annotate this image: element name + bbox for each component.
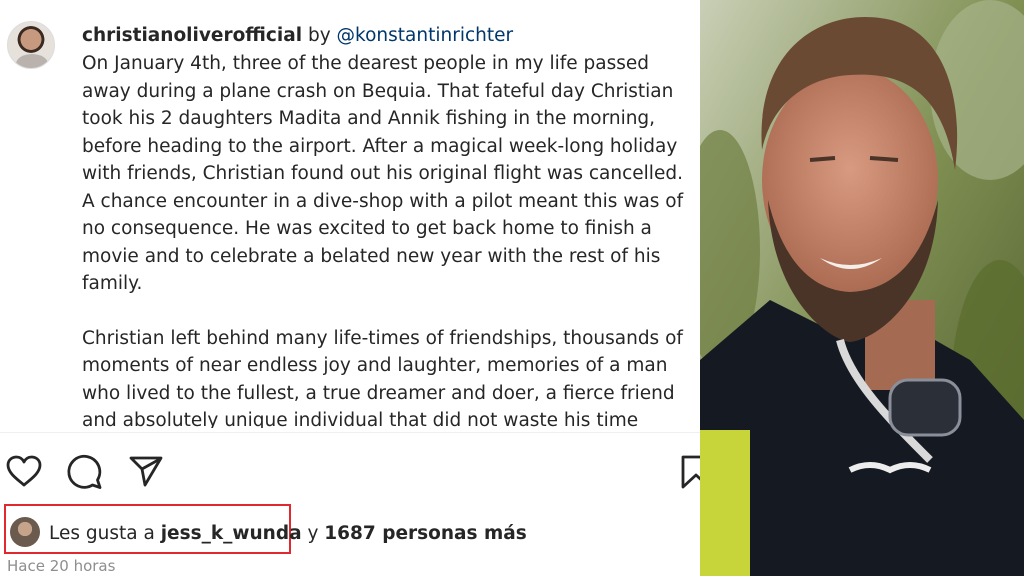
bookmark-icon <box>681 455 700 489</box>
liker-username[interactable]: jess_k_wunda <box>161 523 302 544</box>
caption-line: On January 4th, three of the dearest peo… <box>82 53 650 74</box>
by-text: by <box>307 25 331 46</box>
caption-line: moments of near endless joy and laughter… <box>82 355 668 376</box>
save-button[interactable] <box>676 452 700 492</box>
share-button[interactable] <box>126 452 166 492</box>
heart-icon <box>6 455 42 487</box>
caption-line: took his 2 daughters Madita and Annik fi… <box>82 108 656 129</box>
liker-avatar[interactable] <box>10 517 40 547</box>
likes-summary[interactable]: Les gusta a jess_k_wunda y 1687 personas… <box>49 520 527 548</box>
post-photo <box>700 0 1024 576</box>
caption-line: movie and to celebrate a belated new yea… <box>82 245 661 267</box>
caption-line: Christian left behind many life-times of… <box>82 327 683 349</box>
caption-line: and absolutely unique individual that di… <box>82 410 639 428</box>
caption-paragraph-1: On January 4th, three of the dearest peo… <box>82 50 692 298</box>
portrait-image <box>700 0 1024 576</box>
caption-header: christianoliverofficial by @konstantinri… <box>82 22 692 50</box>
likes-prefix: Les gusta a <box>49 523 161 544</box>
author-avatar[interactable] <box>7 21 55 69</box>
paper-plane-icon <box>129 456 163 487</box>
speech-bubble-icon <box>67 454 102 489</box>
divider <box>0 432 700 433</box>
caption-line: no consequence. He was excited to get ba… <box>82 218 652 239</box>
caption-line: family. <box>82 273 143 294</box>
caption-line: before heading to the airport. After a m… <box>82 135 678 157</box>
mention-link[interactable]: @konstantinrichter <box>337 25 514 46</box>
like-button[interactable] <box>4 452 44 492</box>
likes-joiner: y <box>301 523 325 544</box>
post-timestamp[interactable]: Hace 20 horas <box>7 556 115 576</box>
comment-button[interactable] <box>64 452 104 492</box>
caption-line: who lived to the fullest, a true dreamer… <box>82 382 675 404</box>
caption-line: with friends, Christian found out his or… <box>82 163 683 184</box>
caption-line: A chance encounter in a dive-shop with a… <box>82 190 684 212</box>
caption-paragraph-2: Christian left behind many life-times of… <box>82 325 692 429</box>
caption-line: away during a plane crash on Bequia. Tha… <box>82 80 674 102</box>
caption: christianoliverofficial by @konstantinri… <box>82 22 692 428</box>
likes-count[interactable]: 1687 personas más <box>324 523 526 544</box>
author-username[interactable]: christianoliverofficial <box>82 25 302 46</box>
post-panel: christianoliverofficial by @konstantinri… <box>0 0 700 576</box>
